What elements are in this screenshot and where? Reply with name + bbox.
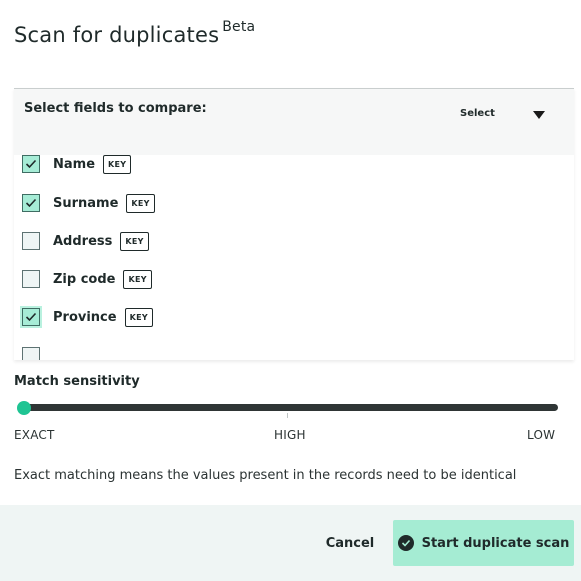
caret-down-icon[interactable] [533, 111, 545, 119]
start-button-label: Start duplicate scan [421, 535, 570, 551]
field-row-surname[interactable]: Surname KEY [22, 192, 155, 214]
checkbox-zip-code[interactable] [22, 270, 40, 288]
field-name-label: Surname [53, 195, 119, 211]
check-icon [25, 198, 37, 208]
field-name-label: Address [53, 233, 113, 249]
field-row-partial[interactable] [22, 345, 53, 360]
tick-low: LOW [527, 428, 556, 442]
check-circle-icon [397, 535, 414, 551]
key-badge: KEY [120, 231, 149, 251]
tick-high: HIGH [274, 428, 306, 442]
scan-duplicates-dialog: Scan for duplicates Beta Select fields to… [0, 0, 581, 581]
key-badge: KEY [126, 193, 155, 213]
key-badge: KEY [123, 269, 152, 289]
beta-badge: Beta [222, 19, 256, 35]
field-row-address[interactable]: Address KEY [22, 230, 149, 252]
key-badge: KEY [124, 307, 153, 327]
slider-tick-mark [287, 413, 288, 418]
check-icon [25, 159, 37, 169]
sensitivity-description: Exact matching means the values present … [14, 468, 517, 483]
cancel-button[interactable]: Cancel [316, 520, 384, 566]
field-row-province[interactable]: Province KEY [22, 306, 153, 328]
select-dropdown[interactable]: Select [460, 108, 495, 119]
checkbox-province[interactable] [22, 308, 40, 326]
dialog-title: Scan for duplicates Beta [14, 19, 256, 47]
start-duplicate-scan-button[interactable]: Start duplicate scan [393, 520, 574, 566]
key-badge: KEY [103, 155, 132, 174]
fields-header: Select fields to compare: Select [14, 89, 574, 155]
field-row-zip-code[interactable]: Zip code KEY [22, 268, 152, 290]
field-name-label: Province [53, 309, 117, 325]
checkbox-address[interactable] [22, 232, 40, 250]
fields-panel: Select fields to compare: Select Name KE… [14, 88, 574, 360]
field-row-name[interactable]: Name KEY [22, 155, 132, 175]
sensitivity-slider-track[interactable] [18, 404, 558, 411]
field-name-label: Name [53, 156, 96, 172]
checkbox-surname[interactable] [22, 194, 40, 212]
field-name-label: Zip code [53, 271, 116, 287]
sensitivity-slider-thumb[interactable] [17, 401, 31, 415]
checkbox-name[interactable] [22, 155, 40, 173]
check-icon [25, 312, 37, 322]
checkbox-partial[interactable] [22, 347, 40, 360]
match-sensitivity-label: Match sensitivity [14, 374, 140, 389]
field-list[interactable]: Name KEY Surname KEY Address KEY Zip cod… [14, 155, 574, 360]
dialog-title-text: Scan for duplicates [14, 23, 220, 47]
fields-label: Select fields to compare: [24, 101, 207, 116]
tick-exact: EXACT [14, 428, 55, 442]
